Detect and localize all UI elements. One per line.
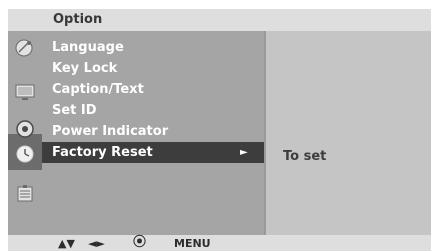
menu-item-label: Key Lock [52, 61, 118, 76]
option-icon[interactable] [15, 184, 35, 204]
menu-item-label: Set ID [52, 103, 97, 118]
menu-item-label: Caption/Text [52, 82, 144, 97]
menu-item-label: Language [52, 40, 124, 55]
satellite-dish-icon[interactable] [15, 38, 35, 58]
osd-menu: Option Language Key Lock Caption/Text Se… [0, 0, 437, 251]
menu-item-caption-text[interactable]: Caption/Text [42, 79, 264, 100]
menu-button-label: MENU [174, 237, 211, 250]
category-icon-column [8, 31, 42, 235]
menu-item-label: Power Indicator [52, 124, 169, 139]
detail-panel: To set [266, 31, 431, 235]
submenu-arrow-icon: ► [240, 147, 248, 158]
leftright-arrows-icon: ◄► [88, 237, 105, 250]
option-menu-list: Language Key Lock Caption/Text Set ID Po… [42, 31, 264, 235]
menu-item-factory-reset[interactable]: Factory Reset ► [42, 142, 264, 163]
screen-icon[interactable] [15, 82, 35, 102]
menu-item-language[interactable]: Language [42, 37, 264, 58]
updown-arrows-icon: ▲▼ [58, 237, 75, 250]
audio-icon[interactable] [15, 119, 35, 139]
detail-text: To set [283, 149, 327, 164]
menu-item-set-id[interactable]: Set ID [42, 100, 264, 121]
menu-item-label: Factory Reset [52, 145, 153, 160]
footer-help-bar: ▲▼ ◄► ⦿ MENU [8, 235, 431, 251]
menu-title: Option [53, 12, 103, 27]
menu-item-key-lock[interactable]: Key Lock [42, 58, 264, 79]
clock-icon[interactable] [15, 144, 35, 164]
menu-item-power-indicator[interactable]: Power Indicator [42, 121, 264, 142]
ok-button-icon: ⦿ [133, 235, 147, 250]
title-bar: Option [8, 9, 431, 31]
